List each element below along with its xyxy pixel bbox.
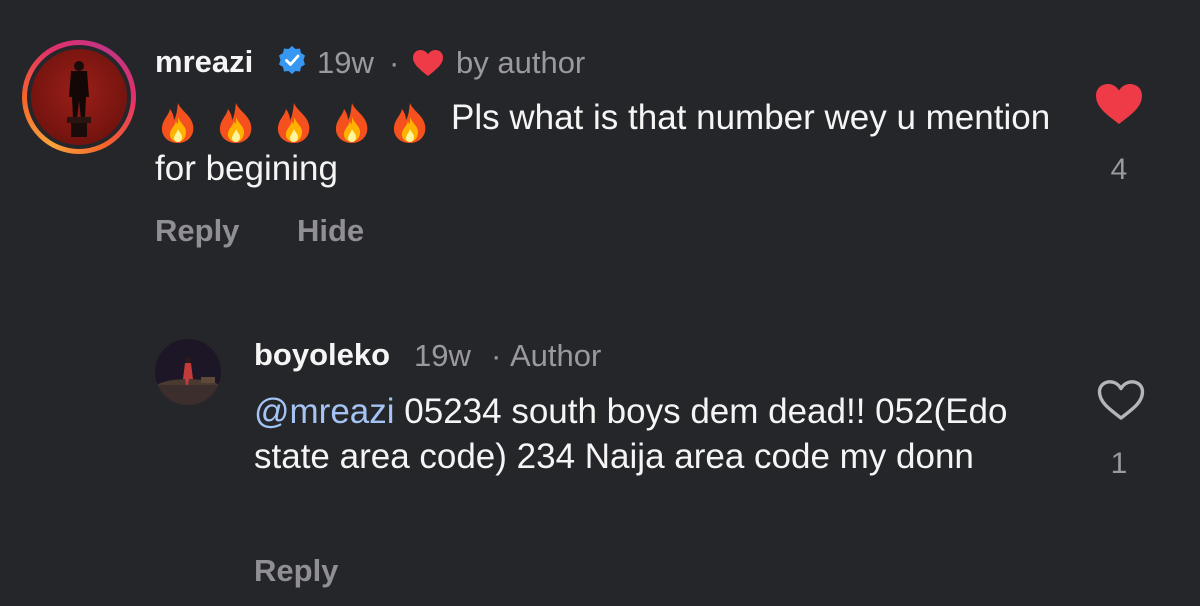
fire-emoji-icon (277, 103, 310, 143)
fire-emoji-group (155, 101, 441, 146)
person-silhouette-icon (67, 61, 91, 137)
liked-by-author-label: by author (456, 45, 586, 80)
avatar[interactable] (31, 49, 127, 145)
fire-emoji-icon (335, 103, 368, 143)
reply-avatar[interactable] (155, 339, 221, 405)
fire-emoji-icon (161, 103, 194, 143)
mention-link[interactable]: @mreazi (254, 392, 395, 431)
fire-emoji-icon (393, 103, 426, 143)
fire-emoji-icon (219, 103, 252, 143)
comment-body: Pls what is that number wey u mention fo… (155, 95, 1055, 191)
separator-dot: · (491, 338, 502, 373)
stage-performer-icon (155, 339, 221, 405)
like-heart-outline-icon[interactable] (1096, 378, 1146, 422)
username[interactable]: mreazi (155, 44, 253, 80)
verified-badge-icon (279, 46, 305, 74)
reply-button[interactable]: Reply (155, 213, 239, 249)
hide-button[interactable]: Hide (297, 213, 364, 249)
reply-time: 19w (414, 338, 471, 373)
reply-button[interactable]: Reply (254, 553, 338, 589)
author-label: Author (510, 338, 602, 373)
separator-dot: · (389, 45, 400, 80)
reply-username[interactable]: boyoleko (254, 337, 390, 373)
heart-icon (413, 50, 443, 76)
reply-body: @mreazi 05234 south boys dem dead!! 052(… (254, 389, 1044, 479)
comment-time: 19w (317, 45, 374, 80)
reply-like-count: 1 (1110, 447, 1128, 480)
like-heart-filled-icon[interactable] (1094, 82, 1144, 126)
like-count: 4 (1110, 153, 1128, 186)
comment-mreazi: mreazi 19w · by author Pls what is that … (0, 0, 1200, 280)
